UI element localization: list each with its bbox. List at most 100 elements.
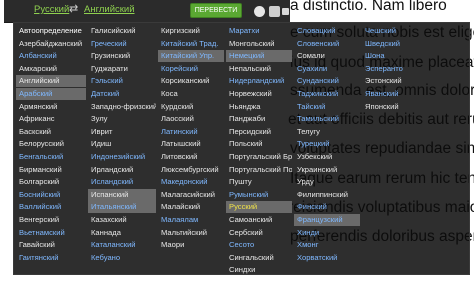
language-option[interactable]: Тамильский <box>294 113 360 125</box>
language-option[interactable]: Мальтийский <box>158 227 224 239</box>
language-option[interactable]: Хорватский <box>294 252 360 264</box>
language-option[interactable]: Западно-фризский <box>88 101 156 113</box>
language-option[interactable]: Бенгальский <box>16 151 86 163</box>
language-option[interactable]: Таджикский <box>294 88 360 100</box>
language-option[interactable]: Сомали <box>294 50 360 62</box>
language-option[interactable]: Белорусский <box>16 138 86 150</box>
language-option[interactable]: Казахский <box>88 214 156 226</box>
language-option[interactable]: Суахили <box>294 63 360 75</box>
language-option[interactable]: Зулу <box>88 113 156 125</box>
language-option[interactable]: Панджаби <box>226 113 292 125</box>
language-option[interactable]: Турецкий <box>294 138 360 150</box>
language-option[interactable]: Амхарский <box>16 63 86 75</box>
language-option[interactable]: Синдхи <box>226 264 292 276</box>
language-option[interactable]: Яванский <box>362 88 428 100</box>
menu-icon[interactable] <box>282 8 289 15</box>
language-option[interactable]: Самоанский <box>226 214 292 226</box>
language-option[interactable]: Русский <box>226 201 292 214</box>
language-option[interactable]: Африканс <box>16 113 86 125</box>
language-option[interactable]: Шона <box>362 50 428 62</box>
language-option[interactable]: Узбекский <box>294 151 360 163</box>
language-option[interactable]: Баскский <box>16 126 86 138</box>
language-option[interactable]: Датский <box>88 88 156 100</box>
language-option[interactable]: Валлийский <box>16 201 86 213</box>
language-option[interactable]: Португальский Браз. <box>226 151 292 163</box>
language-option[interactable]: Малагасийский <box>158 189 224 201</box>
language-option[interactable]: Французский <box>294 214 360 226</box>
language-option[interactable]: Галисийский <box>88 25 156 37</box>
language-option[interactable]: Венгерский <box>16 214 86 226</box>
language-option[interactable]: Индонезийский <box>88 151 156 163</box>
language-option[interactable]: Ньянджа <box>226 101 292 113</box>
language-option[interactable]: Гавайский <box>16 239 86 251</box>
language-option[interactable]: Хинди <box>294 227 360 239</box>
language-option[interactable]: Польский <box>226 138 292 150</box>
language-option[interactable]: Греческий <box>88 38 156 50</box>
source-language-selector[interactable]: Русский <box>34 4 69 15</box>
language-option[interactable]: Итальянский <box>88 201 156 214</box>
language-option[interactable]: Гаитянский <box>16 252 86 264</box>
language-option[interactable]: Телугу <box>294 126 360 138</box>
language-option[interactable]: Литовский <box>158 151 224 163</box>
language-option[interactable]: Ирландский <box>88 164 156 176</box>
language-option[interactable]: Грузинский <box>88 50 156 62</box>
language-option[interactable]: Боснийский <box>16 189 86 201</box>
language-option[interactable]: Иврит <box>88 126 156 138</box>
language-option[interactable]: Автоопределение <box>16 25 86 37</box>
language-option[interactable]: Хмонг <box>294 239 360 251</box>
language-option[interactable]: Армянский <box>16 101 86 113</box>
language-option[interactable]: Английский <box>16 75 86 88</box>
language-option[interactable]: Кебуано <box>88 252 156 264</box>
language-option[interactable]: Румынский <box>226 189 292 201</box>
language-option[interactable]: Эстонский <box>362 75 428 87</box>
language-option[interactable]: Малаялам <box>158 214 224 226</box>
language-option[interactable]: Японский <box>362 101 428 113</box>
language-option[interactable]: Латышский <box>158 138 224 150</box>
language-option[interactable]: Финский <box>294 201 360 213</box>
language-option[interactable]: Азербайджанский <box>16 38 86 50</box>
language-option[interactable]: Коса <box>158 88 224 100</box>
language-option[interactable]: Словенский <box>294 38 360 50</box>
play-icon[interactable] <box>254 6 265 17</box>
language-option[interactable]: Идиш <box>88 138 156 150</box>
language-option[interactable]: Маратхи <box>226 25 292 37</box>
language-option[interactable]: Эсперанто <box>362 63 428 75</box>
language-option[interactable]: Болгарский <box>16 176 86 188</box>
language-option[interactable]: Маори <box>158 239 224 251</box>
language-option[interactable]: Персидский <box>226 126 292 138</box>
language-option[interactable]: Словацкий <box>294 25 360 37</box>
language-option[interactable]: Бирманский <box>16 164 86 176</box>
language-option[interactable]: Норвежский <box>226 88 292 100</box>
copy-icon[interactable] <box>269 6 280 17</box>
language-option[interactable]: Филиппинский <box>294 189 360 201</box>
language-option[interactable]: Лаосский <box>158 113 224 125</box>
language-option[interactable]: Тайский <box>294 101 360 113</box>
language-option[interactable]: Люксембургский <box>158 164 224 176</box>
language-option[interactable]: Латинский <box>158 126 224 138</box>
language-option[interactable]: Монгольский <box>226 38 292 50</box>
language-option[interactable]: Китайский Трад. <box>158 38 224 50</box>
language-option[interactable]: Корейский <box>158 63 224 75</box>
language-option[interactable]: Гуджарати <box>88 63 156 75</box>
language-option[interactable]: Непальский <box>226 63 292 75</box>
language-option[interactable]: Сунданский <box>294 75 360 87</box>
language-option[interactable]: Каталанский <box>88 239 156 251</box>
target-language-selector[interactable]: Английский <box>84 4 135 15</box>
language-option[interactable]: Нидерландский <box>226 75 292 87</box>
language-option[interactable]: Пушту <box>226 176 292 188</box>
language-option[interactable]: Киргизский <box>158 25 224 37</box>
language-option[interactable]: Албанский <box>16 50 86 62</box>
language-option[interactable]: Македонский <box>158 176 224 188</box>
language-option[interactable]: Украинский <box>294 164 360 176</box>
language-option[interactable]: Корсиканский <box>158 75 224 87</box>
language-option[interactable]: Арабский <box>16 88 86 100</box>
language-option[interactable]: Немецкий <box>226 50 292 63</box>
language-option[interactable]: Португальский Порт. <box>226 164 292 176</box>
language-option[interactable]: Шведский <box>362 38 428 50</box>
language-option[interactable]: Малайский <box>158 201 224 213</box>
swap-languages-icon[interactable]: ⇄ <box>69 2 78 15</box>
language-option[interactable]: Вьетнамский <box>16 227 86 239</box>
language-option[interactable]: Исландский <box>88 176 156 188</box>
language-option[interactable]: Урду <box>294 176 360 188</box>
translate-button[interactable]: ПЕРЕВЕСТИ <box>190 3 242 18</box>
